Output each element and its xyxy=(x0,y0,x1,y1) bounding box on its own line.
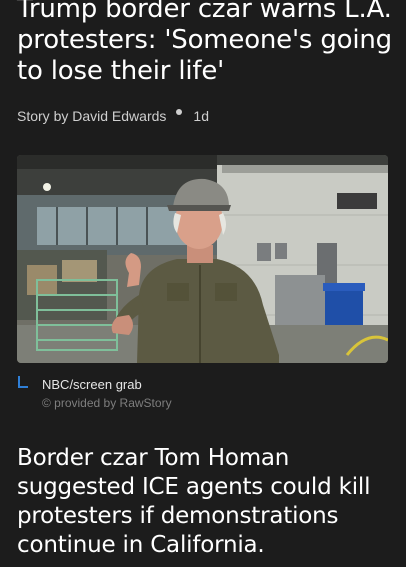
author-name[interactable]: Story by David Edwards xyxy=(17,108,166,124)
image-credit: NBC/screen grab xyxy=(42,377,142,392)
caption-bracket-icon xyxy=(18,376,28,388)
article-headline: Trump border czar warns L.A. protesters:… xyxy=(17,0,392,86)
article-photo[interactable] xyxy=(17,155,388,363)
photo-illustration xyxy=(17,155,388,363)
provided-by-label: © provided by RawStory xyxy=(42,396,172,410)
article-byline: Story by David Edwards 1d xyxy=(17,106,209,126)
separator-dot xyxy=(176,109,183,115)
publish-age: 1d xyxy=(193,108,209,124)
article-paragraph: Border czar Tom Homan suggested ICE agen… xyxy=(17,445,371,558)
